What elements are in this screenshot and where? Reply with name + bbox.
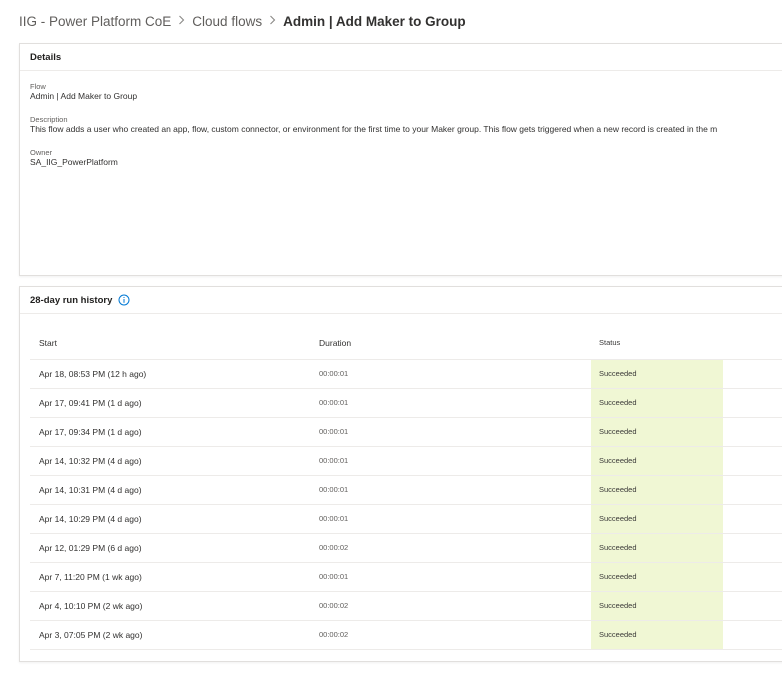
table-row[interactable]: Apr 17, 09:34 PM (1 d ago) 00:00:01 Succee… [30,418,782,447]
start-cell: Apr 14, 10:29 PM (4 d ago) [39,514,142,524]
breadcrumb-cloud-flows-link[interactable]: Cloud flows [192,14,262,29]
column-header-duration[interactable]: Duration [319,338,351,348]
status-cell: Succeeded [591,360,723,388]
duration-cell: 00:00:01 [319,369,349,378]
start-cell: Apr 12, 01:29 PM (6 d ago) [39,543,142,553]
run-history-card: 28-day run history Start Duration Status… [19,286,782,662]
status-cell: Succeeded [591,505,723,533]
status-cell: Succeeded [591,476,723,504]
run-history-header: 28-day run history [20,287,782,314]
status-cell: Succeeded [591,447,723,475]
column-header-status[interactable]: Status [591,338,723,347]
duration-cell: 00:00:02 [319,543,349,552]
details-card: Details Flow Admin | Add Maker to Group … [19,43,782,276]
table-row[interactable]: Apr 3, 07:05 PM (2 wk ago) 00:00:02 Succee… [30,621,782,650]
run-history-title: 28-day run history [30,294,113,306]
chevron-right-icon [178,14,185,28]
table-row[interactable]: Apr 14, 10:31 PM (4 d ago) 00:00:01 Succee… [30,476,782,505]
owner-value: SA_IIG_PowerPlatform [30,157,118,167]
duration-cell: 00:00:02 [319,630,349,639]
table-row[interactable]: Apr 14, 10:29 PM (4 d ago) 00:00:01 Succee… [30,505,782,534]
column-header-start[interactable]: Start [39,338,57,348]
description-field: Description This flow adds a user who cr… [30,115,717,135]
info-icon[interactable] [118,294,130,306]
table-row[interactable]: Apr 14, 10:32 PM (4 d ago) 00:00:01 Succee… [30,447,782,476]
flow-label: Flow [30,82,46,91]
start-cell: Apr 18, 08:53 PM (12 h ago) [39,369,147,379]
status-cell: Succeeded [591,592,723,620]
duration-cell: 00:00:01 [319,485,349,494]
description-value: This flow adds a user who created an app… [30,124,718,134]
table-row[interactable]: Apr 17, 09:41 PM (1 d ago) 00:00:01 Succee… [30,389,782,418]
table-row[interactable]: Apr 12, 01:29 PM (6 d ago) 00:00:02 Succee… [30,534,782,563]
start-cell: Apr 3, 07:05 PM (2 wk ago) [39,630,143,640]
description-label: Description [30,115,68,124]
page-title: Admin | Add Maker to Group [283,13,466,29]
details-header: Details [20,44,782,71]
start-cell: Apr 7, 11:20 PM (1 wk ago) [39,572,142,582]
table-row[interactable]: Apr 18, 08:53 PM (12 h ago) 00:00:01 Succe… [30,360,782,389]
run-history-table: Start Duration Status Apr 18, 08:53 PM (… [30,327,782,650]
table-body: Apr 18, 08:53 PM (12 h ago) 00:00:01 Succe… [30,360,782,650]
owner-label: Owner [30,148,53,157]
breadcrumb: IIG - Power Platform CoE Cloud flows Adm… [19,10,466,32]
status-cell: Succeeded [591,418,723,446]
status-cell: Succeeded [591,534,723,562]
flow-field: Flow Admin | Add Maker to Group [30,82,137,102]
start-cell: Apr 17, 09:41 PM (1 d ago) [39,398,142,408]
start-cell: Apr 17, 09:34 PM (1 d ago) [39,427,142,437]
start-cell: Apr 4, 10:10 PM (2 wk ago) [39,601,143,611]
status-cell: Succeeded [591,389,723,417]
chevron-right-icon [269,14,276,28]
flow-value: Admin | Add Maker to Group [30,91,138,101]
table-row[interactable]: Apr 4, 10:10 PM (2 wk ago) 00:00:02 Succee… [30,592,782,621]
breadcrumb-environment-link[interactable]: IIG - Power Platform CoE [19,14,171,29]
duration-cell: 00:00:01 [319,456,349,465]
owner-field: Owner SA_IIG_PowerPlatform [30,148,118,168]
table-header-row: Start Duration Status [30,327,782,360]
start-cell: Apr 14, 10:31 PM (4 d ago) [39,485,142,495]
table-row[interactable]: Apr 7, 11:20 PM (1 wk ago) 00:00:01 Succee… [30,563,782,592]
duration-cell: 00:00:01 [319,572,349,581]
duration-cell: 00:00:02 [319,601,349,610]
duration-cell: 00:00:01 [319,514,349,523]
duration-cell: 00:00:01 [319,398,349,407]
duration-cell: 00:00:01 [319,427,349,436]
status-cell: Succeeded [591,621,723,649]
status-cell: Succeeded [591,563,723,591]
start-cell: Apr 14, 10:32 PM (4 d ago) [39,456,142,466]
